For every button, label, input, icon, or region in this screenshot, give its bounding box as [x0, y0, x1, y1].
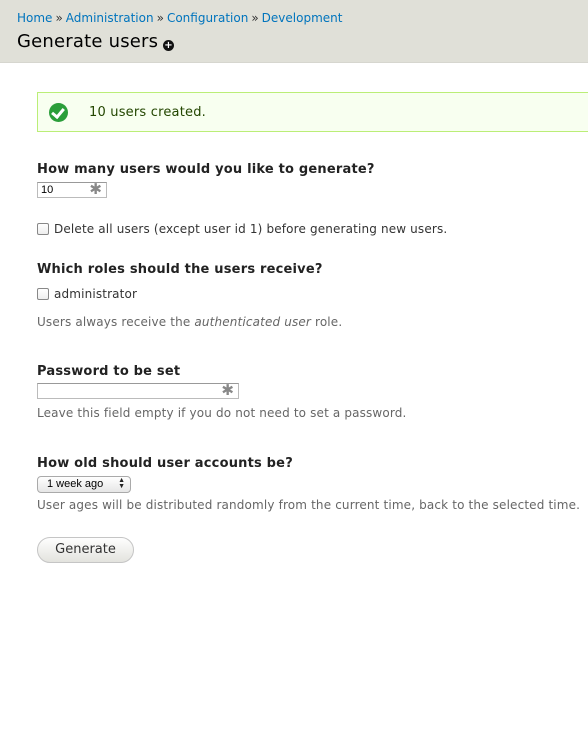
- plus-circle-icon[interactable]: +: [163, 40, 174, 51]
- password-label: Password to be set: [37, 364, 181, 379]
- role-administrator-label: administrator: [54, 287, 138, 301]
- breadcrumb-home[interactable]: Home: [17, 11, 52, 25]
- breadcrumb-separator: »: [55, 11, 63, 25]
- password-input[interactable]: ✱: [37, 381, 239, 399]
- roles-description-suffix: role.: [311, 315, 343, 329]
- account-age-label: How old should user accounts be?: [37, 456, 293, 471]
- breadcrumb-separator: »: [156, 11, 164, 25]
- num-users-input[interactable]: 10 ✱: [37, 180, 107, 198]
- password-description: Leave this field empty if you do not nee…: [37, 406, 407, 420]
- num-users-label: How many users would you like to generat…: [37, 162, 375, 177]
- breadcrumb-administration[interactable]: Administration: [66, 11, 154, 25]
- status-message: 10 users created.: [37, 92, 588, 132]
- generate-button[interactable]: Generate: [37, 537, 134, 563]
- delete-users-checkbox[interactable]: [37, 223, 49, 235]
- breadcrumb-separator: »: [251, 11, 259, 25]
- roles-description-emphasis: authenticated user: [194, 315, 312, 329]
- account-age-selected: 1 week ago: [47, 478, 104, 490]
- breadcrumb: Home» Administration» Configuration» Develo…: [17, 11, 342, 25]
- num-users-value: 10: [41, 184, 54, 196]
- roles-label: Which roles should the users receive?: [37, 262, 323, 277]
- role-administrator-checkbox[interactable]: [37, 288, 49, 300]
- check-circle-icon: [49, 103, 68, 122]
- account-age-description: User ages will be distributed randomly f…: [37, 498, 581, 512]
- status-message-text: 10 users created.: [89, 105, 206, 120]
- page-title: Generate users: [17, 31, 159, 52]
- select-arrows-icon: ▲ ▼: [118, 477, 125, 490]
- required-asterisk-icon: ✱: [89, 180, 102, 198]
- breadcrumb-configuration[interactable]: Configuration: [167, 11, 248, 25]
- role-administrator-row[interactable]: administrator: [37, 287, 137, 301]
- breadcrumb-development[interactable]: Development: [262, 11, 343, 25]
- delete-users-row[interactable]: Delete all users (except user id 1) befo…: [37, 222, 447, 236]
- roles-description: Users always receive the authenticated u…: [37, 315, 342, 329]
- delete-users-label: Delete all users (except user id 1) befo…: [54, 222, 448, 236]
- account-age-select[interactable]: 1 week ago ▲ ▼: [37, 476, 131, 493]
- roles-description-prefix: Users always receive the: [37, 315, 195, 329]
- required-asterisk-icon: ✱: [221, 381, 234, 399]
- page-header: Home» Administration» Configuration» Develo…: [0, 0, 588, 63]
